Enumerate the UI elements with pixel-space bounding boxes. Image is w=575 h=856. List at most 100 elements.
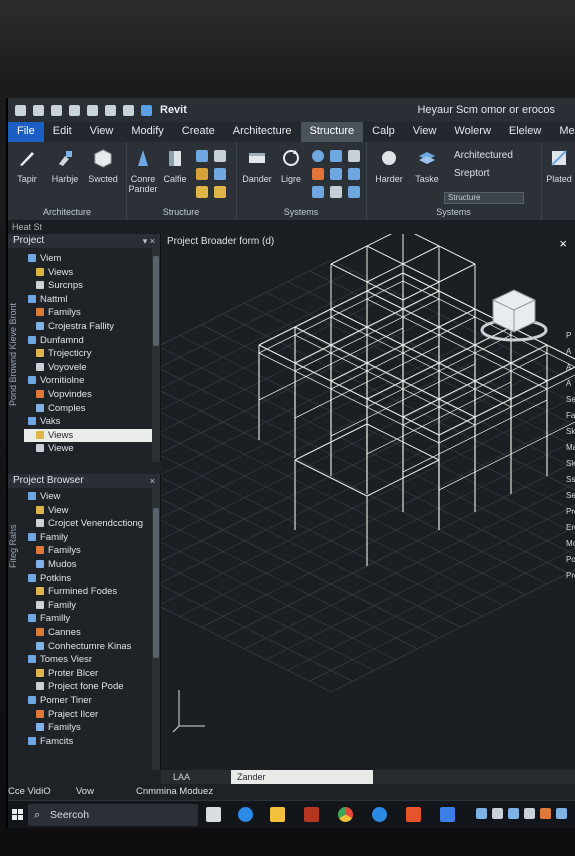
ligre-tool[interactable]: Ligre <box>274 148 308 184</box>
tree-item[interactable]: Mudos <box>24 558 152 572</box>
viewcube-icon[interactable] <box>479 284 549 344</box>
undo-icon[interactable] <box>87 104 98 116</box>
calfie-tool[interactable]: Calfie <box>158 148 192 184</box>
tree-item[interactable]: Familly <box>24 612 152 626</box>
beam-icon[interactable] <box>196 150 208 162</box>
rebar-icon[interactable] <box>214 186 226 198</box>
tray-icon[interactable] <box>476 808 487 819</box>
sprinkler-icon[interactable] <box>348 168 360 180</box>
harder-tool[interactable]: Harder <box>372 148 406 184</box>
duct-icon[interactable] <box>312 150 324 162</box>
tab-modify[interactable]: Modify <box>122 122 172 142</box>
tree-item[interactable]: Familys <box>24 721 152 735</box>
tree-item[interactable]: Pomer Tiner <box>24 694 152 708</box>
sync-icon[interactable] <box>51 104 62 116</box>
office-icon[interactable] <box>406 807 421 822</box>
revit-taskbar-icon[interactable] <box>440 807 455 822</box>
browser-scrollbar[interactable] <box>152 488 160 770</box>
tree-item[interactable]: Familys <box>24 544 152 558</box>
tree-item[interactable]: Voyovele <box>24 361 152 375</box>
equipment-icon[interactable] <box>312 168 324 180</box>
wire-icon[interactable] <box>348 186 360 198</box>
plated-tool[interactable]: Plated <box>542 148 575 184</box>
architectured-button[interactable]: Architectured <box>454 150 513 161</box>
tree-item[interactable]: Trojecticry <box>24 347 152 361</box>
tree-item[interactable]: Tomes Viesr <box>24 653 152 667</box>
redo-icon[interactable] <box>105 104 116 116</box>
tab-view[interactable]: View <box>81 122 123 142</box>
tree-item[interactable]: Familys <box>24 306 152 320</box>
windows-start-icon[interactable] <box>12 809 23 820</box>
truss-icon[interactable] <box>196 168 208 180</box>
tab-file[interactable]: File <box>8 122 44 142</box>
pipe-icon[interactable] <box>330 150 342 162</box>
tree-item[interactable]: Conhectumre Kinas <box>24 640 152 654</box>
swcted-tool[interactable]: Swcted <box>86 148 120 184</box>
tab-architecture[interactable]: Architecture <box>224 122 301 142</box>
tree-item[interactable]: Vopvindes <box>24 388 152 402</box>
slab-icon[interactable] <box>214 168 226 180</box>
tree-item[interactable]: Crojestra Fallity <box>24 320 152 334</box>
browser-side-tabs[interactable]: Fiteg Rahs <box>8 496 22 596</box>
tab-create[interactable]: Create <box>173 122 224 142</box>
tab-edit[interactable]: Edit <box>44 122 81 142</box>
tab-elelew[interactable]: Elelew <box>500 122 550 142</box>
tree-item[interactable]: Project fone Pode <box>24 680 152 694</box>
panel-controls-icon[interactable]: ▾ × <box>143 234 155 248</box>
fixture-icon[interactable] <box>348 150 360 162</box>
tray-icon[interactable] <box>492 808 503 819</box>
tree-item[interactable]: Family <box>24 531 152 545</box>
tree-item[interactable]: Nattml <box>24 293 152 307</box>
brace-icon[interactable] <box>214 150 226 162</box>
tree-item[interactable]: View <box>24 490 152 504</box>
air-terminal-icon[interactable] <box>330 168 342 180</box>
tray-icon[interactable] <box>508 808 519 819</box>
tapir-tool[interactable]: Tapir <box>10 148 44 184</box>
tree-item[interactable]: Viem <box>24 252 152 266</box>
tree-item[interactable]: Views <box>24 266 152 280</box>
save-icon[interactable] <box>33 104 44 116</box>
scroll-thumb[interactable] <box>153 508 159 658</box>
tab-melr[interactable]: Melr <box>550 122 575 142</box>
tab-view-2[interactable]: View <box>404 122 446 142</box>
tree-item[interactable]: Praject Ilcer <box>24 708 152 722</box>
scroll-thumb[interactable] <box>153 256 159 346</box>
tree-item[interactable]: Furmined Fodes <box>24 585 152 599</box>
taskbar-search-box[interactable]: ⌕ Seercoh <box>28 804 198 826</box>
panel-side-tabs[interactable]: Pond Brownd Kieve Bront <box>8 254 22 454</box>
tree-item[interactable]: Family <box>24 599 152 613</box>
taske-tool[interactable]: Taske <box>410 148 444 184</box>
tree-item[interactable]: Potkins <box>24 572 152 586</box>
dander-tool[interactable]: Dander <box>240 148 274 184</box>
tab-calp[interactable]: Calp <box>363 122 404 142</box>
tree-item[interactable]: Vornitiolne <box>24 374 152 388</box>
project-scrollbar[interactable] <box>152 248 160 462</box>
tree-item[interactable]: Views <box>24 428 152 443</box>
tree-item[interactable]: Proter Blcer <box>24 667 152 681</box>
foundation-icon[interactable] <box>196 186 208 198</box>
file-explorer-icon[interactable] <box>270 807 285 822</box>
tree-item[interactable]: Vaks <box>24 415 152 429</box>
app-icon-red[interactable] <box>304 807 319 822</box>
open-icon[interactable] <box>15 104 26 116</box>
edge-icon-2[interactable] <box>372 807 387 822</box>
3d-viewport[interactable]: Project Broader form (d) × <box>161 234 575 770</box>
print-icon[interactable] <box>69 104 80 116</box>
tree-item[interactable]: View <box>24 504 152 518</box>
harbje-tool[interactable]: Harbje <box>48 148 82 184</box>
tree-item[interactable]: Famcits <box>24 735 152 749</box>
tree-item[interactable]: Comples <box>24 402 152 416</box>
tree-item[interactable]: Dunfamnd <box>24 334 152 348</box>
tray-icon[interactable] <box>524 808 535 819</box>
tree-item[interactable]: Surcnps <box>24 279 152 293</box>
conduit-icon[interactable] <box>330 186 342 198</box>
tree-item[interactable]: Cannes <box>24 626 152 640</box>
measure-icon[interactable] <box>123 104 134 116</box>
edge-icon[interactable] <box>238 807 253 822</box>
structure-dropdown[interactable]: Structure <box>444 192 524 204</box>
view-tab-zander[interactable]: Zander <box>231 770 373 784</box>
task-view-icon[interactable] <box>206 807 221 822</box>
sreptort-button[interactable]: Sreptort <box>454 168 490 179</box>
tree-item[interactable]: Crojcet Venendcctiong <box>24 517 152 531</box>
view-tab-laa[interactable]: LAA <box>167 770 196 784</box>
